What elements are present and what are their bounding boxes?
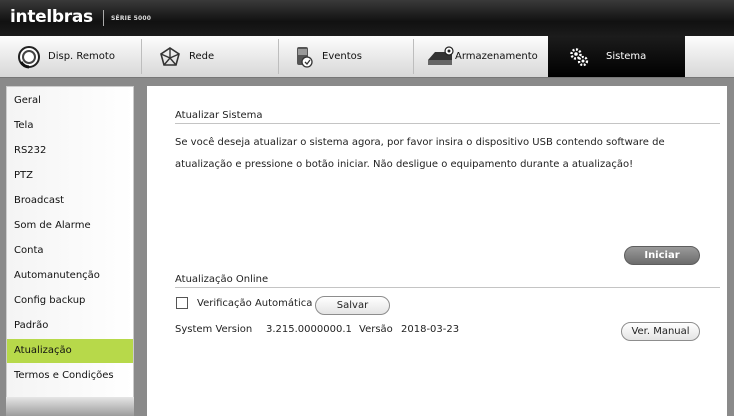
tab-disp-remoto[interactable]: Disp. Remoto — [16, 36, 136, 77]
tab-armazenamento[interactable]: Armazenamento — [425, 36, 545, 77]
sidebar-item-automanutencao[interactable]: Automanutenção — [7, 264, 133, 288]
sidebar-item-broadcast[interactable]: Broadcast — [7, 189, 133, 213]
online-update-title: Atualização Online — [175, 274, 269, 285]
version-label: Versão — [359, 324, 393, 335]
storage-icon — [425, 44, 455, 70]
update-system-title: Atualizar Sistema — [175, 110, 263, 121]
tab-rede[interactable]: Rede — [157, 36, 267, 77]
nav-divider — [141, 39, 142, 74]
tab-label: Sistema — [606, 51, 647, 62]
start-button[interactable]: Iniciar — [624, 246, 700, 265]
sidebar-item-config-backup[interactable]: Config backup — [7, 289, 133, 313]
brand-logo: intelbras — [10, 7, 93, 27]
auto-check-checkbox[interactable] — [176, 297, 188, 309]
sidebar-item-ptz[interactable]: PTZ — [7, 164, 133, 188]
tab-label: Rede — [189, 51, 215, 62]
sidebar-footer — [6, 397, 134, 416]
section-divider — [175, 287, 720, 288]
remote-device-icon — [16, 44, 42, 70]
network-icon — [157, 44, 183, 70]
system-version-label: System Version — [175, 324, 253, 335]
main-panel: Atualizar Sistema Se você deseja atualiz… — [147, 86, 727, 416]
sidebar-item-termos-e-condicoes[interactable]: Termos e Condições — [7, 364, 133, 388]
tab-label: Disp. Remoto — [48, 51, 115, 62]
update-instructions: Se você deseja atualizar o sistema agora… — [175, 137, 665, 170]
main-nav: Disp. Remoto Rede Eventos Armazenamento … — [0, 36, 734, 78]
tab-label: Eventos — [322, 51, 362, 62]
version-date-value: 2018-03-23 — [401, 324, 460, 335]
series-label: SÉRIE 5000 — [111, 15, 152, 22]
save-button[interactable]: Salvar — [315, 296, 390, 315]
system-version-value: 3.215.0000000.1 — [266, 324, 352, 335]
tab-sistema[interactable]: Sistema — [548, 36, 685, 77]
sidebar-item-som-de-alarme[interactable]: Som de Alarme — [7, 214, 133, 238]
sidebar-item-padrao[interactable]: Padrão — [7, 314, 133, 338]
gears-icon — [566, 44, 592, 70]
sidebar-item-conta[interactable]: Conta — [7, 239, 133, 263]
brand-bar: intelbras SÉRIE 5000 — [0, 0, 734, 36]
sidebar-item-rs232[interactable]: RS232 — [7, 139, 133, 163]
manual-version-button[interactable]: Ver. Manual — [621, 322, 700, 341]
logo-divider — [103, 10, 104, 26]
sidebar-item-geral[interactable]: Geral — [7, 89, 133, 113]
events-icon — [290, 44, 316, 70]
sidebar-menu: Geral Tela RS232 PTZ Broadcast Som de Al… — [6, 86, 134, 398]
section-divider — [175, 123, 720, 124]
tab-eventos[interactable]: Eventos — [290, 36, 410, 77]
tab-label: Armazenamento — [455, 51, 538, 62]
nav-divider — [278, 39, 279, 74]
auto-check-label: Verificação Automática — [197, 298, 313, 309]
sidebar-item-atualizacao[interactable]: Atualização — [7, 339, 133, 363]
nav-divider — [413, 39, 414, 74]
sidebar-item-tela[interactable]: Tela — [7, 114, 133, 138]
